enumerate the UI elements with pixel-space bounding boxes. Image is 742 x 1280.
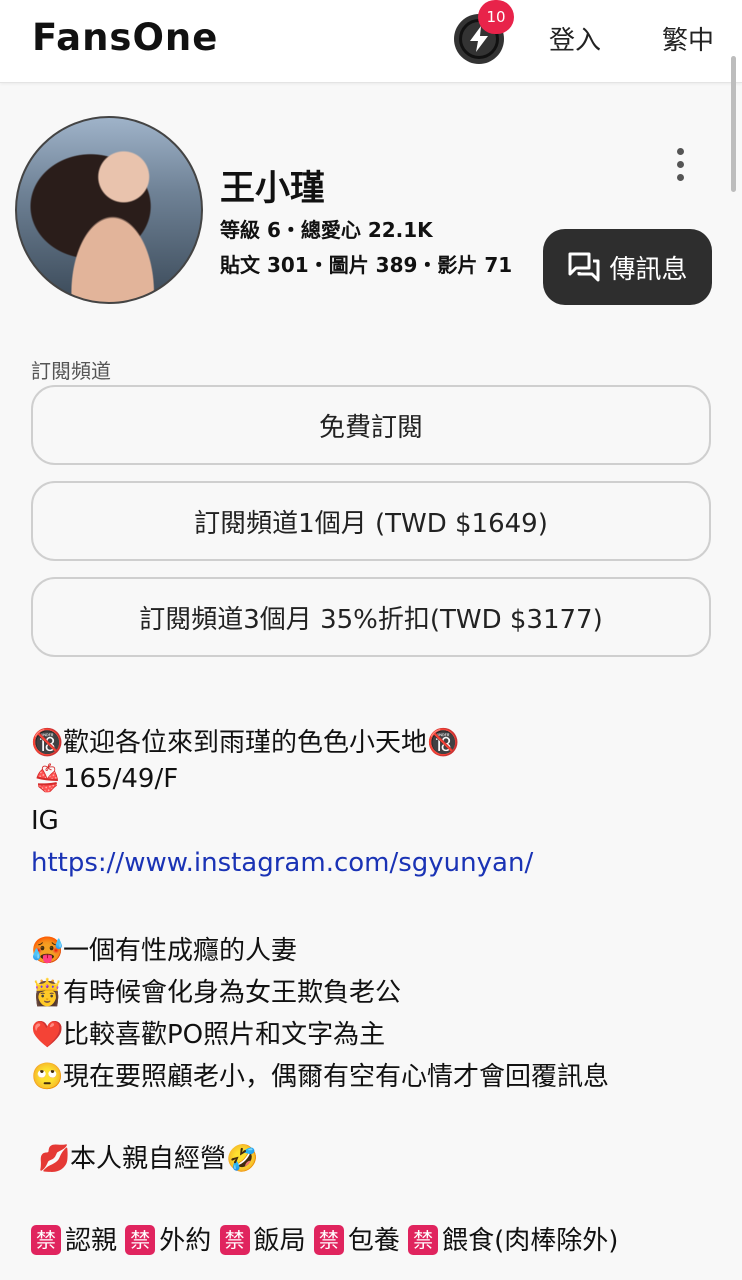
fansone-logo[interactable]: FansOne (32, 16, 218, 59)
bio-line-5-text: 本人親自經營 (70, 1144, 227, 1174)
kiss-lips-icon: 💋 (38, 1144, 71, 1174)
prohibited-sign-icon: 禁 (31, 1225, 61, 1255)
prohibited-sign-icon: 禁 (408, 1225, 439, 1255)
profile-name: 王小瑾 (220, 169, 326, 209)
subscribe-3-month-button[interactable]: 訂閱頻道3個月 35%折扣(TWD $3177) (31, 577, 711, 657)
language-selector[interactable]: 繁中 (662, 20, 714, 57)
send-message-button[interactable]: 傳訊息 (543, 229, 712, 305)
ban-item: 外約 (159, 1226, 212, 1256)
ban-item: 餵食(肉棒除外) (442, 1226, 619, 1256)
bio-ban-list: 禁認親 禁外約 禁飯局 禁包養 禁餵食(肉棒除外) (31, 1220, 618, 1257)
login-link[interactable]: 登入 (549, 20, 601, 57)
more-dot-icon (676, 160, 684, 168)
ban-item: 飯局 (253, 1226, 306, 1256)
profile-level-likes: 等級 6・總愛心 22.1K (220, 218, 433, 242)
notification-badge: 10 (478, 0, 514, 34)
instagram-link[interactable]: https://www.instagram.com/sgyunyan/ (31, 848, 533, 878)
no-under-18-icon: 🔞 (31, 728, 64, 758)
ban-item: 認親 (65, 1226, 118, 1256)
hot-face-icon: 🥵 (31, 936, 64, 966)
bio-line-1-text: 一個有性成癮的人妻 (63, 936, 298, 966)
send-message-label: 傳訊息 (609, 254, 688, 285)
profile-content-counts: 貼文 301・圖片 389・影片 71 (220, 253, 513, 277)
bio-line-5: 💋本人親自經營🤣 (38, 1138, 258, 1175)
bio-welcome-text: 歡迎各位來到雨瑾的色色小天地 (63, 728, 428, 758)
bikini-icon: 👙 (31, 764, 64, 794)
bio-line-4-text: 現在要照顧老小，偶爾有空有心情才會回覆訊息 (63, 1062, 610, 1092)
rofl-icon: 🤣 (226, 1144, 259, 1174)
princess-icon: 👸 (31, 978, 64, 1008)
bio-line-4: 🙄現在要照顧老小，偶爾有空有心情才會回覆訊息 (31, 1056, 609, 1093)
bio-measurements-text: 165/49/F (63, 764, 179, 794)
subscribe-section-label: 訂閱頻道 (31, 359, 111, 383)
bio-welcome-line: 🔞歡迎各位來到雨瑾的色色小天地🔞 (31, 722, 459, 759)
red-heart-icon: ❤️ (31, 1020, 64, 1050)
free-subscribe-button[interactable]: 免費訂閱 (31, 385, 711, 465)
bio-line-2: 👸有時候會化身為女王欺負老公 (31, 972, 401, 1009)
prohibited-sign-icon: 禁 (219, 1225, 250, 1255)
chat-bubbles-icon (568, 252, 600, 282)
bio-line-1: 🥵一個有性成癮的人妻 (31, 930, 297, 967)
subscribe-1-month-button[interactable]: 訂閱頻道1個月 (TWD $1649) (31, 481, 711, 561)
bio-ig-label: IG (31, 806, 59, 836)
prohibited-sign-icon: 禁 (313, 1225, 344, 1255)
eye-roll-icon: 🙄 (31, 1062, 64, 1092)
bio-line-3-text: 比較喜歡PO照片和文字為主 (63, 1020, 386, 1050)
more-options-button[interactable] (662, 140, 698, 188)
prohibited-sign-icon: 禁 (125, 1225, 156, 1255)
profile-avatar[interactable] (15, 116, 203, 304)
no-under-18-icon: 🔞 (427, 728, 460, 758)
bio-measurements-line: 👙165/49/F (31, 764, 178, 794)
more-dot-icon (676, 173, 684, 181)
top-bar: FansOne 10 登入 繁中 (0, 0, 742, 83)
page-scrollbar[interactable] (731, 56, 736, 192)
bio-line-3: ❤️比較喜歡PO照片和文字為主 (31, 1014, 385, 1051)
bio-line-2-text: 有時候會化身為女王欺負老公 (63, 978, 402, 1008)
ban-item: 包養 (347, 1226, 400, 1256)
more-dot-icon (676, 147, 684, 155)
